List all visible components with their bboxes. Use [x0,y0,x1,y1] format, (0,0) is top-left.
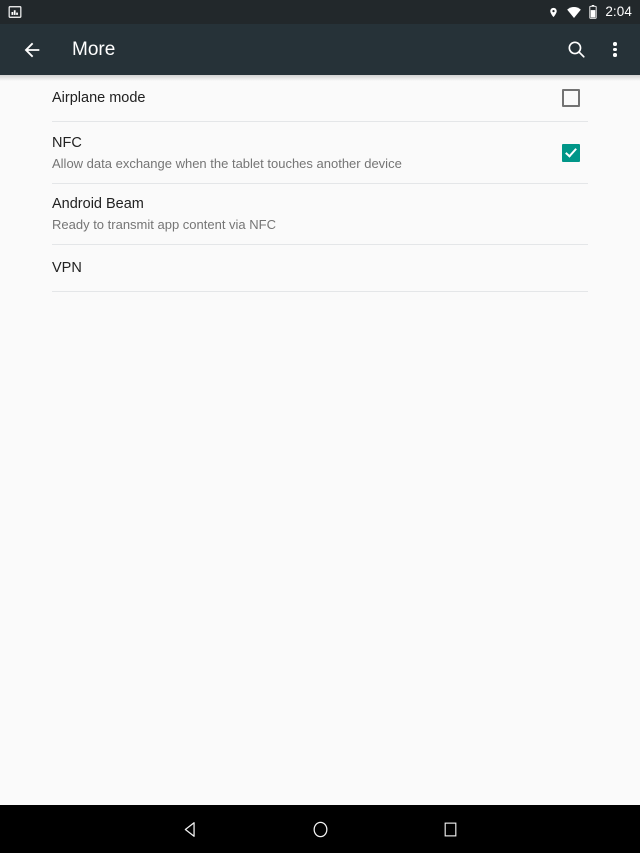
nav-home-button[interactable] [292,805,348,853]
settings-row-nfc[interactable]: NFC Allow data exchange when the tablet … [0,122,640,183]
airplane-mode-checkbox[interactable] [554,81,588,115]
overflow-menu-button[interactable] [598,28,632,72]
nav-back-button[interactable] [162,805,218,853]
nav-recents-button[interactable] [422,805,478,853]
status-bar-clock: 2:04 [605,4,632,19]
row-title: Android Beam [52,196,144,212]
wifi-icon [566,6,582,19]
row-text: NFC Allow data exchange when the tablet … [52,125,538,181]
settings-row-vpn[interactable]: VPN [0,245,640,291]
checkbox-checked-icon [562,143,580,162]
list-divider [52,291,588,292]
settings-content: Airplane mode NFC Allow data exchange wh… [0,75,640,853]
battery-icon [589,5,597,19]
settings-row-airplane-mode[interactable]: Airplane mode [0,75,640,121]
row-summary: Allow data exchange when the tablet touc… [52,155,402,171]
overflow-dot [613,42,617,46]
status-bar-right-icons: 2:04 [548,0,632,24]
row-title: VPN [52,260,82,276]
search-button[interactable] [554,28,598,72]
status-bar-left-icons [8,5,22,19]
overflow-dot [613,53,617,57]
overflow-dot [613,47,617,52]
settings-list: Airplane mode NFC Allow data exchange wh… [0,75,640,292]
status-bar: 2:04 [0,0,640,24]
screenshot-notification-icon [8,5,22,19]
page-title: More [72,38,116,60]
settings-row-android-beam[interactable]: Android Beam Ready to transmit app conte… [0,184,640,244]
row-text: VPN [52,250,588,286]
row-title: NFC [52,134,82,151]
system-navigation-bar [0,805,640,853]
row-text: Android Beam Ready to transmit app conte… [52,186,588,242]
row-summary: Ready to transmit app content via NFC [52,217,276,232]
app-toolbar: More [0,24,640,75]
back-button[interactable] [12,30,52,70]
nfc-checkbox[interactable] [554,136,588,170]
row-title: Airplane mode [52,90,146,106]
row-text: Airplane mode [52,80,538,116]
checkbox-unchecked-icon [562,89,580,107]
location-icon [548,5,559,20]
